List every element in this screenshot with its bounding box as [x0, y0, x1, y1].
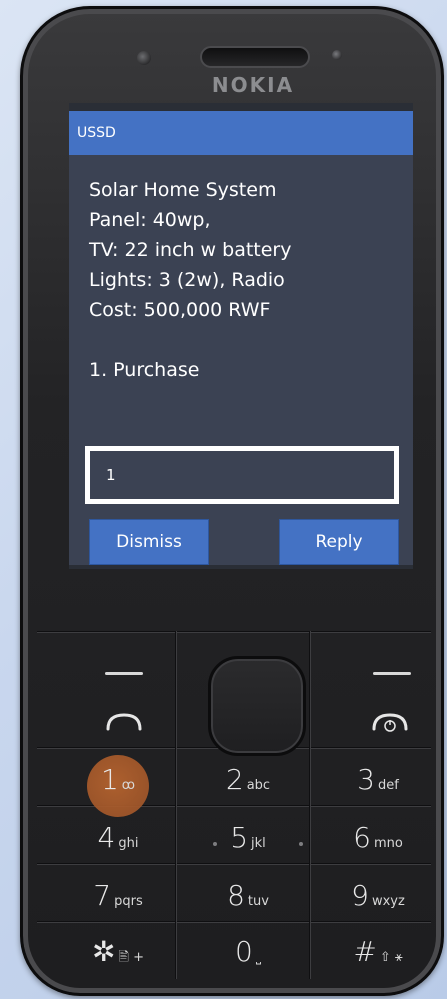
key-3[interactable]: 3 def — [323, 763, 433, 809]
voicemail-icon: ꝏ — [121, 778, 136, 793]
key-star[interactable]: ✲ 🖹 + — [63, 935, 173, 981]
key-number: 5 — [230, 821, 249, 854]
key-number: 8 — [227, 879, 245, 912]
key-4[interactable]: 4 ghi — [63, 821, 173, 867]
key-number: 3 — [357, 763, 375, 796]
key-number: 7 — [93, 879, 112, 912]
key-number: 2 — [225, 763, 244, 796]
key-1[interactable]: 1 ꝏ — [63, 763, 173, 809]
hash-icon: # — [353, 935, 377, 968]
key-number: 9 — [351, 879, 369, 912]
key-2[interactable]: 2 abc — [188, 763, 308, 809]
tactile-dot — [299, 842, 303, 846]
keypad: 1 ꝏ 2 abc 3 def 4 ghi 5 jkl 6 mno 7 pqrs — [23, 9, 447, 999]
key-letters: tuv — [247, 894, 269, 909]
key-symbols: 🖹 + — [118, 950, 144, 965]
key-letters: pqrs — [114, 894, 143, 909]
key-8[interactable]: 8 tuv — [188, 879, 308, 925]
key-7[interactable]: 7 pqrs — [63, 879, 173, 925]
key-5[interactable]: 5 jkl — [188, 821, 308, 867]
navigation-key[interactable] — [208, 656, 306, 756]
space-icon: ⎵ — [255, 950, 262, 965]
key-letters: ghi — [118, 836, 139, 851]
key-letters: jkl — [251, 836, 266, 851]
key-6[interactable]: 6 mno — [323, 821, 433, 867]
key-number: 6 — [353, 821, 371, 854]
left-softkey[interactable] — [105, 672, 143, 675]
star-icon: ✲ — [92, 935, 116, 968]
key-number: 4 — [97, 821, 116, 854]
keypad-divider — [37, 631, 431, 632]
key-number: 1 — [100, 763, 119, 796]
end-power-key-icon[interactable] — [371, 709, 409, 733]
keypad-divider — [175, 631, 176, 979]
phone-body: NOKIA USSD Solar Home System Panel: 40wp… — [20, 6, 444, 996]
key-number: 0 — [234, 935, 253, 968]
key-9[interactable]: 9 wxyz — [323, 879, 433, 925]
key-letters: def — [378, 778, 399, 793]
call-key-icon[interactable] — [105, 709, 143, 733]
key-0[interactable]: 0 ⎵ — [188, 935, 308, 981]
key-symbols: ⇧ ⚹ — [379, 950, 403, 965]
keypad-divider — [309, 631, 310, 979]
key-letters: wxyz — [371, 894, 405, 909]
key-letters: mno — [373, 836, 403, 851]
key-hash[interactable]: # ⇧ ⚹ — [323, 935, 433, 981]
right-softkey[interactable] — [373, 672, 411, 675]
key-letters: abc — [246, 778, 271, 793]
